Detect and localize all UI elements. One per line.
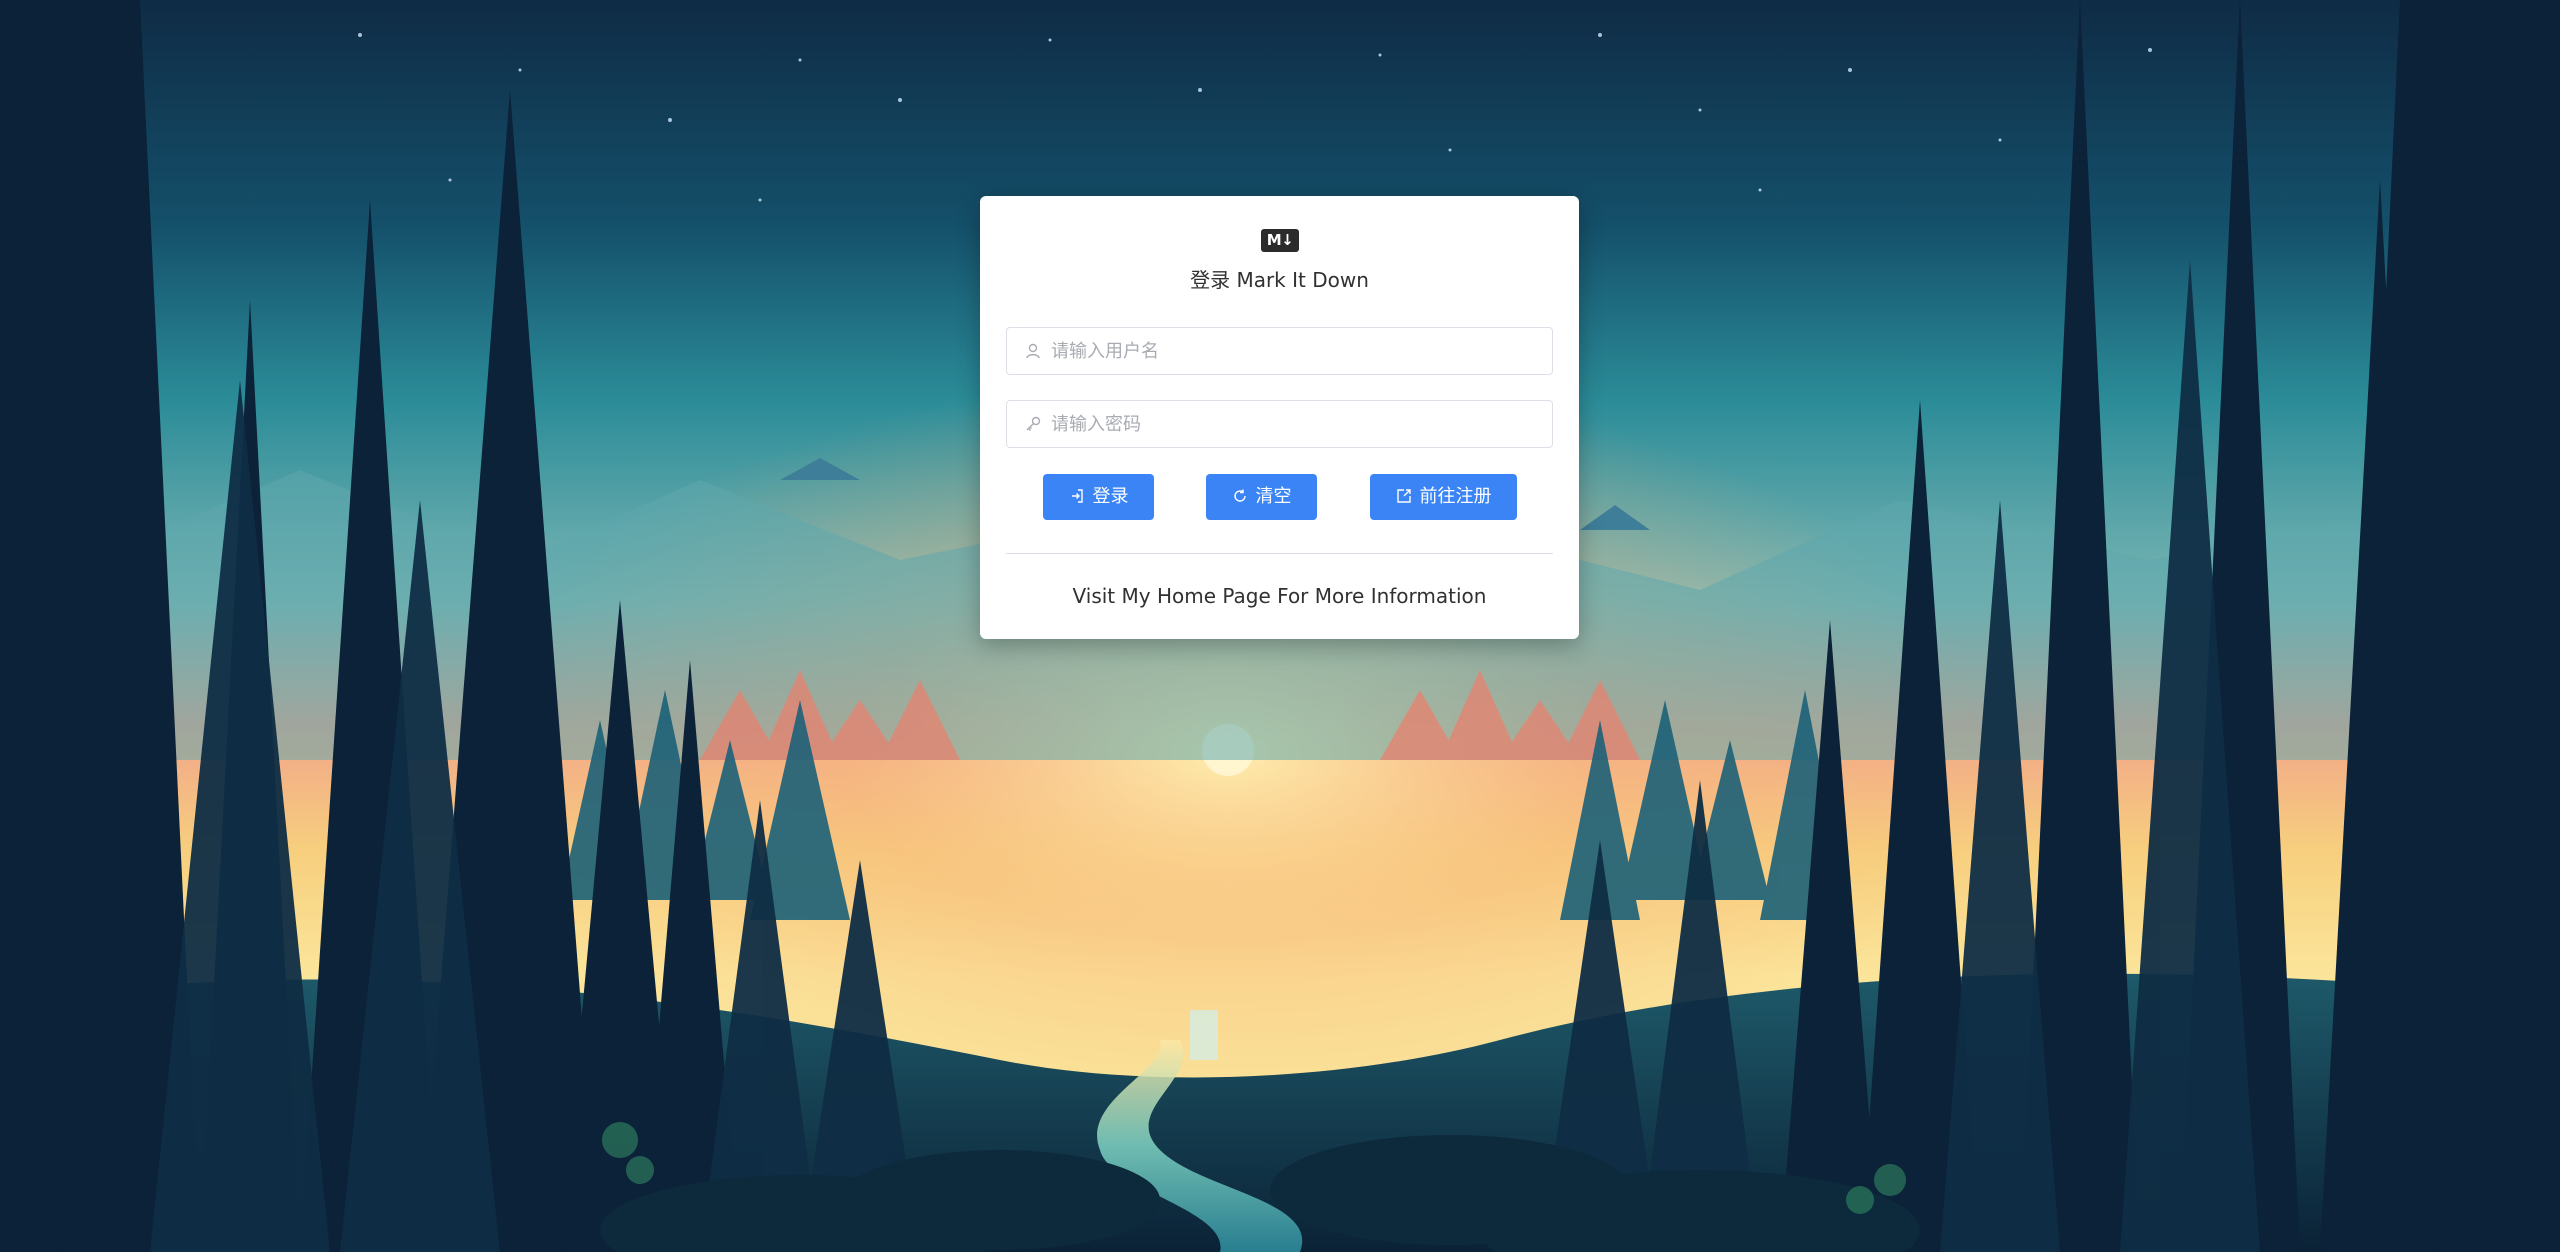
username-field[interactable]: [1006, 327, 1553, 375]
clear-button[interactable]: 清空: [1206, 474, 1317, 520]
login-title: 登录 Mark It Down: [1190, 268, 1369, 292]
home-page-link[interactable]: Visit My Home Page For More Information: [980, 584, 1579, 608]
password-input[interactable]: [1051, 401, 1541, 447]
markdown-logo-icon: M↓: [1261, 229, 1299, 252]
clear-button-label: 清空: [1255, 486, 1292, 507]
password-field[interactable]: [1006, 400, 1553, 448]
divider: [1006, 553, 1553, 554]
login-button[interactable]: 登录: [1043, 474, 1154, 520]
key-icon: [1026, 416, 1041, 431]
refresh-icon: [1233, 489, 1246, 502]
login-card: M↓ 登录 Mark It Down 登录 清空 前往注册: [980, 196, 1579, 639]
register-button[interactable]: 前往注册: [1370, 474, 1517, 520]
username-input[interactable]: [1051, 328, 1541, 374]
register-button-label: 前往注册: [1419, 486, 1492, 507]
login-icon: [1071, 489, 1083, 503]
external-icon: [1396, 489, 1411, 503]
login-button-label: 登录: [1092, 486, 1129, 507]
user-icon: [1026, 343, 1040, 359]
